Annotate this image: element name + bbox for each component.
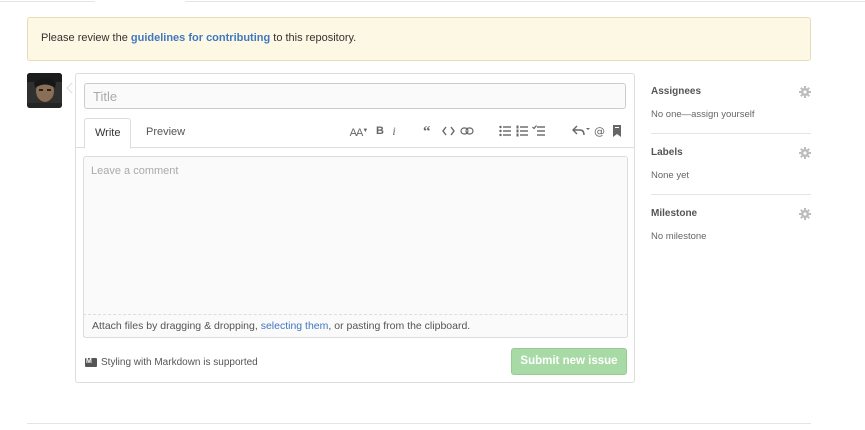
markdown-note-text: Styling with Markdown is supported <box>101 357 258 368</box>
task-list-icon <box>532 125 545 136</box>
attach-suffix: , or pasting from the clipboard. <box>328 320 471 332</box>
milestone-value: No milestone <box>651 231 707 242</box>
submit-new-issue-button[interactable]: Submit new issue <box>511 348 627 375</box>
svg-text:@: @ <box>594 125 605 138</box>
labels-heading: Labels <box>651 147 683 158</box>
quote-button[interactable]: “ <box>423 124 435 138</box>
reference-button[interactable] <box>612 124 622 138</box>
assignees-value[interactable]: No one—assign yourself <box>651 109 755 120</box>
labels-section: Labels None yet <box>651 134 811 195</box>
attach-prefix: Attach files by dragging & dropping, <box>92 320 261 332</box>
assignees-heading: Assignees <box>651 86 702 97</box>
bold-button[interactable]: B <box>375 124 385 138</box>
mention-icon: @ <box>594 125 605 138</box>
contributing-guidelines-link[interactable]: guidelines for contributing <box>131 32 270 44</box>
labels-value: None yet <box>651 170 690 181</box>
code-icon <box>442 126 455 136</box>
header-text-label: AA <box>349 127 364 139</box>
markdown-support-note[interactable]: Styling with Markdown is supported <box>85 356 258 369</box>
numbered-list-button[interactable] <box>516 124 528 138</box>
reply-icon <box>572 125 590 136</box>
link-button[interactable] <box>460 124 474 138</box>
issue-sidebar: Assignees No one—assign yourself Labels … <box>651 73 811 256</box>
bookmark-icon <box>613 125 621 137</box>
selected-tab-gap <box>95 0 185 3</box>
comment-field-wrapper <box>83 156 628 337</box>
contributing-flash-notice: Please review the guidelines for contrib… <box>27 17 811 61</box>
gear-icon[interactable] <box>799 86 811 98</box>
link-icon <box>460 127 474 135</box>
tab-preview[interactable]: Preview <box>136 118 195 148</box>
gear-icon[interactable] <box>799 208 811 220</box>
select-files-link[interactable]: selecting them <box>261 320 329 332</box>
flash-suffix: to this repository. <box>270 32 357 44</box>
milestone-section: Milestone No milestone <box>651 195 811 256</box>
new-issue-form: Write Preview AA▼ B i “ @ Attach files b… <box>75 73 635 383</box>
reply-button[interactable] <box>572 124 590 138</box>
header-text-button[interactable]: AA▼ <box>348 124 370 139</box>
header-caret-icon: ▼ <box>362 128 369 134</box>
assignees-section: Assignees No one—assign yourself <box>651 73 811 134</box>
user-avatar[interactable] <box>27 73 62 108</box>
italic-button[interactable]: i <box>390 124 398 138</box>
bullet-list-icon <box>499 125 511 137</box>
svg-text:“: “ <box>423 124 431 138</box>
bottom-divider <box>27 423 811 424</box>
avatar-image <box>27 73 62 108</box>
numbered-list-icon <box>516 125 528 137</box>
comment-textarea[interactable] <box>84 157 627 336</box>
quote-icon: “ <box>423 124 431 138</box>
title-input[interactable] <box>84 83 626 109</box>
flash-prefix: Please review the <box>41 32 131 44</box>
markdown-icon <box>85 356 97 368</box>
code-button[interactable] <box>442 124 455 138</box>
milestone-heading: Milestone <box>651 208 698 219</box>
file-attach-bar[interactable]: Attach files by dragging & dropping, sel… <box>83 314 628 338</box>
task-list-button[interactable] <box>532 124 545 138</box>
bullet-list-button[interactable] <box>499 124 511 138</box>
tab-write[interactable]: Write <box>84 118 132 149</box>
mention-button[interactable]: @ <box>594 124 606 138</box>
gear-icon[interactable] <box>799 147 811 159</box>
